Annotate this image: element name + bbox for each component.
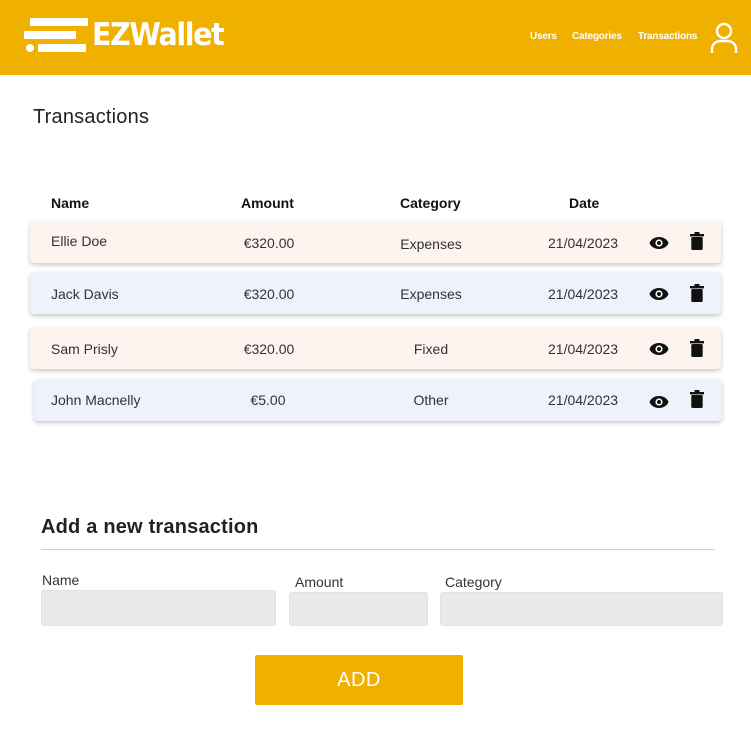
column-header-category: Category — [400, 195, 461, 211]
row-amount: €320.00 — [243, 286, 295, 302]
add-button[interactable]: ADD — [255, 655, 463, 705]
add-transaction-title: Add a new transaction — [41, 516, 259, 538]
name-input[interactable] — [41, 590, 276, 626]
table-row[interactable]: Jack Davis €320.00 Expenses 21/04/2023 — [30, 272, 721, 314]
category-input[interactable] — [440, 592, 723, 626]
category-label: Category — [445, 574, 502, 590]
trash-icon[interactable] — [690, 339, 704, 357]
row-date: 21/04/2023 — [548, 392, 619, 408]
row-name: Jack Davis — [51, 286, 119, 302]
column-header-date: Date — [569, 195, 600, 211]
row-amount: €5.00 — [250, 392, 286, 408]
trash-icon[interactable] — [690, 284, 704, 302]
row-category: Other — [413, 392, 449, 408]
row-name: John Macnelly — [51, 392, 141, 408]
brand-logo[interactable]: EZWallet — [24, 16, 225, 56]
eye-icon[interactable] — [649, 395, 669, 409]
form-divider — [41, 549, 715, 550]
nav-users[interactable]: Users — [530, 31, 557, 42]
wallet-logo-icon — [24, 18, 88, 52]
amount-input[interactable] — [289, 592, 428, 626]
eye-icon[interactable] — [649, 236, 669, 250]
trash-icon[interactable] — [690, 232, 704, 250]
row-date: 21/04/2023 — [548, 286, 619, 302]
nav-transactions[interactable]: Transactions — [638, 31, 697, 42]
table-row[interactable]: Ellie Doe €320.00 Expenses 21/04/2023 — [30, 221, 721, 263]
page-title: Transactions — [33, 106, 150, 128]
row-amount: €320.00 — [243, 341, 295, 357]
amount-label: Amount — [295, 574, 344, 590]
app-header: EZWallet Users Categories Transactions — [0, 0, 751, 75]
row-amount: €320.00 — [243, 235, 295, 251]
row-category: Expenses — [400, 236, 462, 252]
nav-categories[interactable]: Categories — [572, 31, 622, 42]
row-category: Expenses — [400, 286, 462, 302]
user-icon[interactable] — [710, 22, 738, 54]
name-label: Name — [42, 572, 80, 588]
row-category: Fixed — [413, 341, 449, 357]
column-header-name: Name — [51, 195, 90, 211]
eye-icon[interactable] — [649, 287, 669, 301]
eye-icon[interactable] — [649, 342, 669, 356]
brand-name: EZWallet — [92, 17, 225, 53]
row-name: Sam Prisly — [51, 341, 118, 357]
row-date: 21/04/2023 — [548, 341, 619, 357]
table-row[interactable]: John Macnelly €5.00 Other 21/04/2023 — [34, 379, 722, 421]
trash-icon[interactable] — [690, 390, 704, 408]
row-date: 21/04/2023 — [548, 235, 619, 251]
column-header-amount: Amount — [241, 195, 294, 211]
row-name: Ellie Doe — [51, 233, 108, 249]
table-row[interactable]: Sam Prisly €320.00 Fixed 21/04/2023 — [30, 327, 721, 369]
